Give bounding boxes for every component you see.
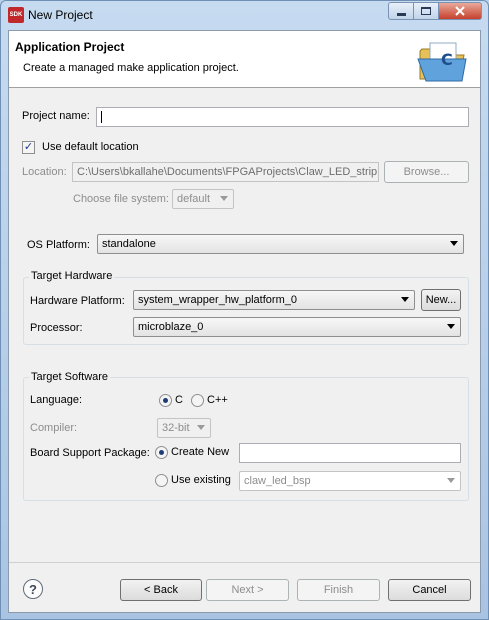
bsp-use-existing-label: Use existing bbox=[171, 474, 231, 486]
dialog-client-area: Application Project Create a managed mak… bbox=[8, 30, 481, 613]
window-title: New Project bbox=[28, 8, 93, 22]
bsp-create-new-radio[interactable] bbox=[155, 446, 168, 459]
file-system-value: default bbox=[177, 193, 211, 205]
bsp-label: Board Support Package: bbox=[30, 447, 150, 459]
chevron-down-icon bbox=[220, 196, 228, 201]
browse-button[interactable]: Browse... bbox=[384, 161, 469, 183]
os-platform-value: standalone bbox=[102, 238, 156, 250]
chevron-down-icon bbox=[447, 324, 455, 329]
hardware-platform-value: system_wrapper_hw_platform_0 bbox=[138, 294, 297, 306]
cancel-button[interactable]: Cancel bbox=[388, 579, 471, 601]
location-label: Location: bbox=[22, 166, 67, 178]
chevron-down-icon bbox=[447, 478, 455, 483]
target-hardware-title: Target Hardware bbox=[29, 270, 115, 282]
help-button[interactable]: ? bbox=[23, 579, 43, 599]
hardware-platform-select[interactable]: system_wrapper_hw_platform_0 bbox=[133, 290, 415, 310]
use-default-location-checkbox[interactable]: ✓ bbox=[22, 141, 35, 154]
maximize-button[interactable] bbox=[413, 2, 439, 20]
os-platform-label: OS Platform: bbox=[27, 239, 90, 251]
compiler-value: 32-bit bbox=[162, 422, 190, 434]
bsp-existing-value: claw_led_bsp bbox=[244, 475, 311, 487]
new-project-window: SDK New Project Application Project Crea… bbox=[0, 0, 489, 620]
location-input[interactable]: C:\Users\bkallahe\Documents\FPGAProjects… bbox=[72, 162, 379, 182]
bsp-create-new-label: Create New bbox=[171, 446, 230, 458]
bsp-create-new-input[interactable] bbox=[239, 443, 461, 463]
footer-separator bbox=[9, 562, 480, 563]
language-c-radio[interactable] bbox=[159, 394, 172, 407]
sdk-app-icon: SDK bbox=[8, 7, 24, 23]
wizard-page-description: Create a managed make application projec… bbox=[23, 62, 239, 74]
chevron-down-icon bbox=[197, 425, 205, 430]
back-button[interactable]: < Back bbox=[120, 579, 202, 601]
hardware-platform-label: Hardware Platform: bbox=[30, 295, 125, 307]
minimize-icon bbox=[396, 12, 406, 16]
bsp-existing-select[interactable]: claw_led_bsp bbox=[239, 471, 461, 491]
target-software-title: Target Software bbox=[29, 371, 111, 383]
language-cpp-radio[interactable] bbox=[191, 394, 204, 407]
use-default-location-label: Use default location bbox=[42, 141, 139, 153]
close-button[interactable] bbox=[438, 2, 482, 20]
text-caret bbox=[101, 111, 102, 124]
wizard-page-title: Application Project bbox=[15, 40, 125, 54]
os-platform-select[interactable]: standalone bbox=[97, 234, 464, 254]
title-bar[interactable]: SDK New Project bbox=[1, 1, 488, 29]
help-icon: ? bbox=[29, 581, 37, 597]
close-icon bbox=[455, 6, 465, 16]
compiler-select[interactable]: 32-bit bbox=[157, 418, 211, 438]
project-name-input[interactable] bbox=[96, 107, 469, 127]
maximize-icon bbox=[421, 7, 431, 15]
bsp-use-existing-radio[interactable] bbox=[155, 474, 168, 487]
project-name-label: Project name: bbox=[22, 110, 90, 122]
chevron-down-icon bbox=[450, 241, 458, 246]
c-folder-icon: C bbox=[417, 42, 467, 82]
file-system-select[interactable]: default bbox=[172, 189, 234, 209]
language-cpp-label: C++ bbox=[207, 394, 228, 406]
finish-button[interactable]: Finish bbox=[297, 579, 380, 601]
header-icon-letter: C bbox=[441, 50, 453, 69]
next-button[interactable]: Next > bbox=[206, 579, 289, 601]
language-label: Language: bbox=[30, 394, 82, 406]
wizard-header: Application Project Create a managed mak… bbox=[9, 31, 480, 88]
processor-select[interactable]: microblaze_0 bbox=[133, 317, 461, 337]
processor-value: microblaze_0 bbox=[138, 321, 204, 333]
minimize-button[interactable] bbox=[388, 2, 414, 20]
new-hardware-platform-button[interactable]: New... bbox=[421, 289, 461, 311]
caption-buttons bbox=[388, 2, 482, 20]
language-c-label: C bbox=[175, 394, 183, 406]
choose-file-system-label: Choose file system: bbox=[73, 193, 169, 205]
compiler-label: Compiler: bbox=[30, 422, 78, 434]
processor-label: Processor: bbox=[30, 322, 83, 334]
chevron-down-icon bbox=[401, 297, 409, 302]
